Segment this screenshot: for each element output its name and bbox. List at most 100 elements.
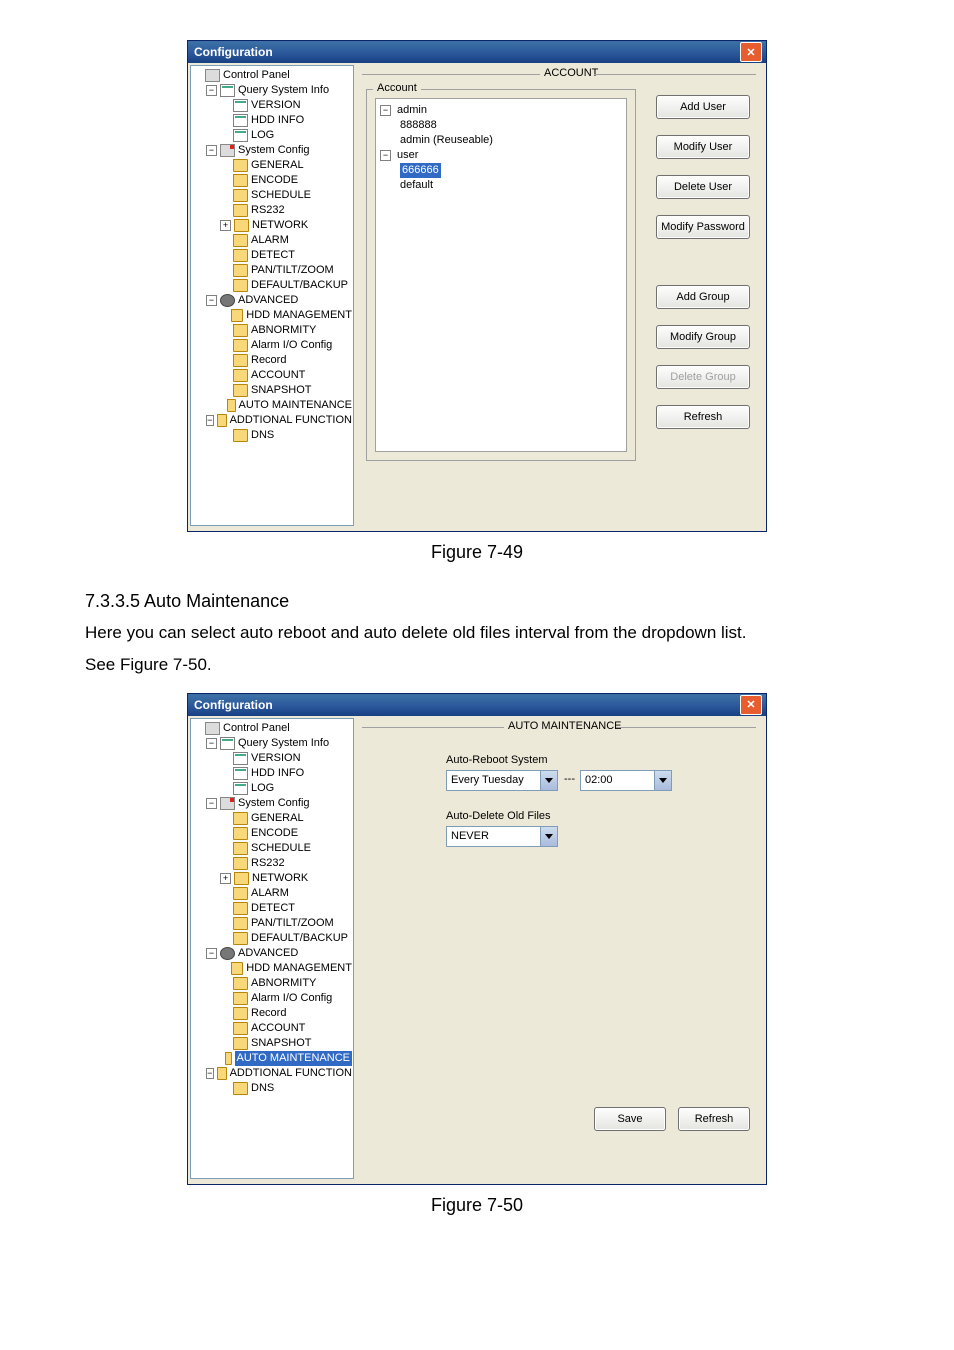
- folder-icon: [233, 204, 248, 217]
- modify-user-button[interactable]: Modify User: [656, 135, 750, 159]
- tree-item[interactable]: ADDTIONAL FUNCTION: [230, 1066, 352, 1081]
- collapse-icon[interactable]: −: [380, 105, 391, 116]
- tree-item[interactable]: ADDTIONAL FUNCTION: [230, 413, 352, 428]
- chevron-down-icon[interactable]: [540, 771, 557, 790]
- tree-item[interactable]: NETWORK: [252, 871, 308, 886]
- collapse-icon[interactable]: −: [380, 150, 391, 161]
- expand-icon[interactable]: +: [220, 873, 231, 884]
- collapse-icon[interactable]: −: [206, 798, 217, 809]
- tree-item[interactable]: GENERAL: [251, 158, 304, 173]
- modify-group-button[interactable]: Modify Group: [656, 325, 750, 349]
- account-node[interactable]: default: [400, 178, 433, 193]
- tree-item[interactable]: GENERAL: [251, 811, 304, 826]
- tree-item[interactable]: RS232: [251, 856, 285, 871]
- tree-item[interactable]: ACCOUNT: [251, 1021, 305, 1036]
- tree-item[interactable]: Record: [251, 1006, 286, 1021]
- collapse-icon[interactable]: −: [206, 295, 217, 306]
- tree-item[interactable]: Record: [251, 353, 286, 368]
- tree-item[interactable]: System Config: [238, 796, 310, 811]
- tree-item[interactable]: SNAPSHOT: [251, 383, 312, 398]
- tree-item[interactable]: HDD INFO: [251, 766, 304, 781]
- tree-item[interactable]: SCHEDULE: [251, 841, 311, 856]
- titlebar[interactable]: Configuration ✕: [188, 694, 766, 716]
- tree-item[interactable]: ADVANCED: [238, 946, 298, 961]
- refresh-button[interactable]: Refresh: [656, 405, 750, 429]
- doc-icon: [233, 99, 248, 112]
- tree-item[interactable]: PAN/TILT/ZOOM: [251, 916, 334, 931]
- close-icon[interactable]: ✕: [740, 695, 762, 715]
- tree-item[interactable]: ADVANCED: [238, 293, 298, 308]
- tree-item[interactable]: ABNORMITY: [251, 976, 316, 991]
- tree-item[interactable]: System Config: [238, 143, 310, 158]
- tree-item[interactable]: ACCOUNT: [251, 368, 305, 383]
- tree-item[interactable]: DETECT: [251, 248, 295, 263]
- expand-icon[interactable]: +: [220, 220, 231, 231]
- config-tree[interactable]: Control Panel − Query System Info VERSION…: [190, 65, 354, 526]
- tree-item[interactable]: Alarm I/O Config: [251, 338, 332, 353]
- tree-item[interactable]: ENCODE: [251, 826, 298, 841]
- save-button[interactable]: Save: [594, 1107, 666, 1131]
- tree-item[interactable]: HDD MANAGEMENT: [246, 308, 352, 323]
- refresh-button[interactable]: Refresh: [678, 1107, 750, 1131]
- delete-combo[interactable]: NEVER: [446, 826, 558, 847]
- account-tree[interactable]: −admin 888888 admin (Reuseable) −user 66…: [375, 98, 627, 452]
- tree-item[interactable]: LOG: [251, 781, 274, 796]
- delete-group-button: Delete Group: [656, 365, 750, 389]
- modify-password-button[interactable]: Modify Password: [656, 215, 750, 239]
- account-node-selected[interactable]: 666666: [400, 163, 441, 178]
- collapse-icon[interactable]: −: [206, 948, 217, 959]
- chevron-down-icon[interactable]: [654, 771, 671, 790]
- tree-item[interactable]: Query System Info: [238, 83, 329, 98]
- tree-item[interactable]: NETWORK: [252, 218, 308, 233]
- config-window-automaint: Configuration ✕ Control Panel − Query Sys…: [187, 693, 767, 1185]
- close-icon[interactable]: ✕: [740, 42, 762, 62]
- tree-item[interactable]: HDD MANAGEMENT: [246, 961, 352, 976]
- account-node[interactable]: admin (Reuseable): [400, 133, 493, 148]
- folder-icon: [231, 962, 244, 975]
- tree-item[interactable]: ENCODE: [251, 173, 298, 188]
- delete-user-button[interactable]: Delete User: [656, 175, 750, 199]
- tree-item[interactable]: DNS: [251, 1081, 274, 1096]
- collapse-icon[interactable]: −: [206, 1068, 214, 1079]
- tree-item[interactable]: PAN/TILT/ZOOM: [251, 263, 334, 278]
- reboot-time-combo[interactable]: 02:00: [580, 770, 672, 791]
- folder-icon: [233, 1022, 248, 1035]
- chevron-down-icon[interactable]: [540, 827, 557, 846]
- collapse-icon[interactable]: −: [206, 85, 217, 96]
- tree-item[interactable]: Alarm I/O Config: [251, 991, 332, 1006]
- tree-item[interactable]: RS232: [251, 203, 285, 218]
- tree-item[interactable]: SNAPSHOT: [251, 1036, 312, 1051]
- tree-item[interactable]: DEFAULT/BACKUP: [251, 278, 348, 293]
- tree-item[interactable]: DEFAULT/BACKUP: [251, 931, 348, 946]
- tree-item[interactable]: AUTO MAINTENANCE: [239, 398, 352, 413]
- tree-item[interactable]: ABNORMITY: [251, 323, 316, 338]
- tree-item[interactable]: ALARM: [251, 886, 289, 901]
- account-node[interactable]: admin: [397, 103, 427, 118]
- tree-item[interactable]: DETECT: [251, 901, 295, 916]
- add-user-button[interactable]: Add User: [656, 95, 750, 119]
- folder-icon: [233, 857, 248, 870]
- tree-item[interactable]: SCHEDULE: [251, 188, 311, 203]
- collapse-icon[interactable]: −: [206, 415, 214, 426]
- tree-item[interactable]: LOG: [251, 128, 274, 143]
- titlebar[interactable]: Configuration ✕: [188, 41, 766, 63]
- tree-item[interactable]: VERSION: [251, 751, 301, 766]
- tree-item[interactable]: VERSION: [251, 98, 301, 113]
- tree-root[interactable]: Control Panel: [223, 68, 290, 83]
- tree-item[interactable]: HDD INFO: [251, 113, 304, 128]
- gear-icon: [220, 947, 235, 960]
- folder-icon: [233, 917, 248, 930]
- account-node[interactable]: 888888: [400, 118, 437, 133]
- collapse-icon[interactable]: −: [206, 145, 217, 156]
- tree-item[interactable]: ALARM: [251, 233, 289, 248]
- tree-item[interactable]: DNS: [251, 428, 274, 443]
- add-group-button[interactable]: Add Group: [656, 285, 750, 309]
- config-tree[interactable]: Control Panel − Query System Info VERSION…: [190, 718, 354, 1179]
- collapse-icon[interactable]: −: [206, 738, 217, 749]
- tree-item-selected[interactable]: AUTO MAINTENANCE: [235, 1051, 352, 1066]
- automaint-panel: AUTO MAINTENANCE Auto-Reboot System Ever…: [356, 716, 766, 1181]
- tree-root[interactable]: Control Panel: [223, 721, 290, 736]
- account-node[interactable]: user: [397, 148, 418, 163]
- reboot-day-combo[interactable]: Every Tuesday: [446, 770, 558, 791]
- tree-item[interactable]: Query System Info: [238, 736, 329, 751]
